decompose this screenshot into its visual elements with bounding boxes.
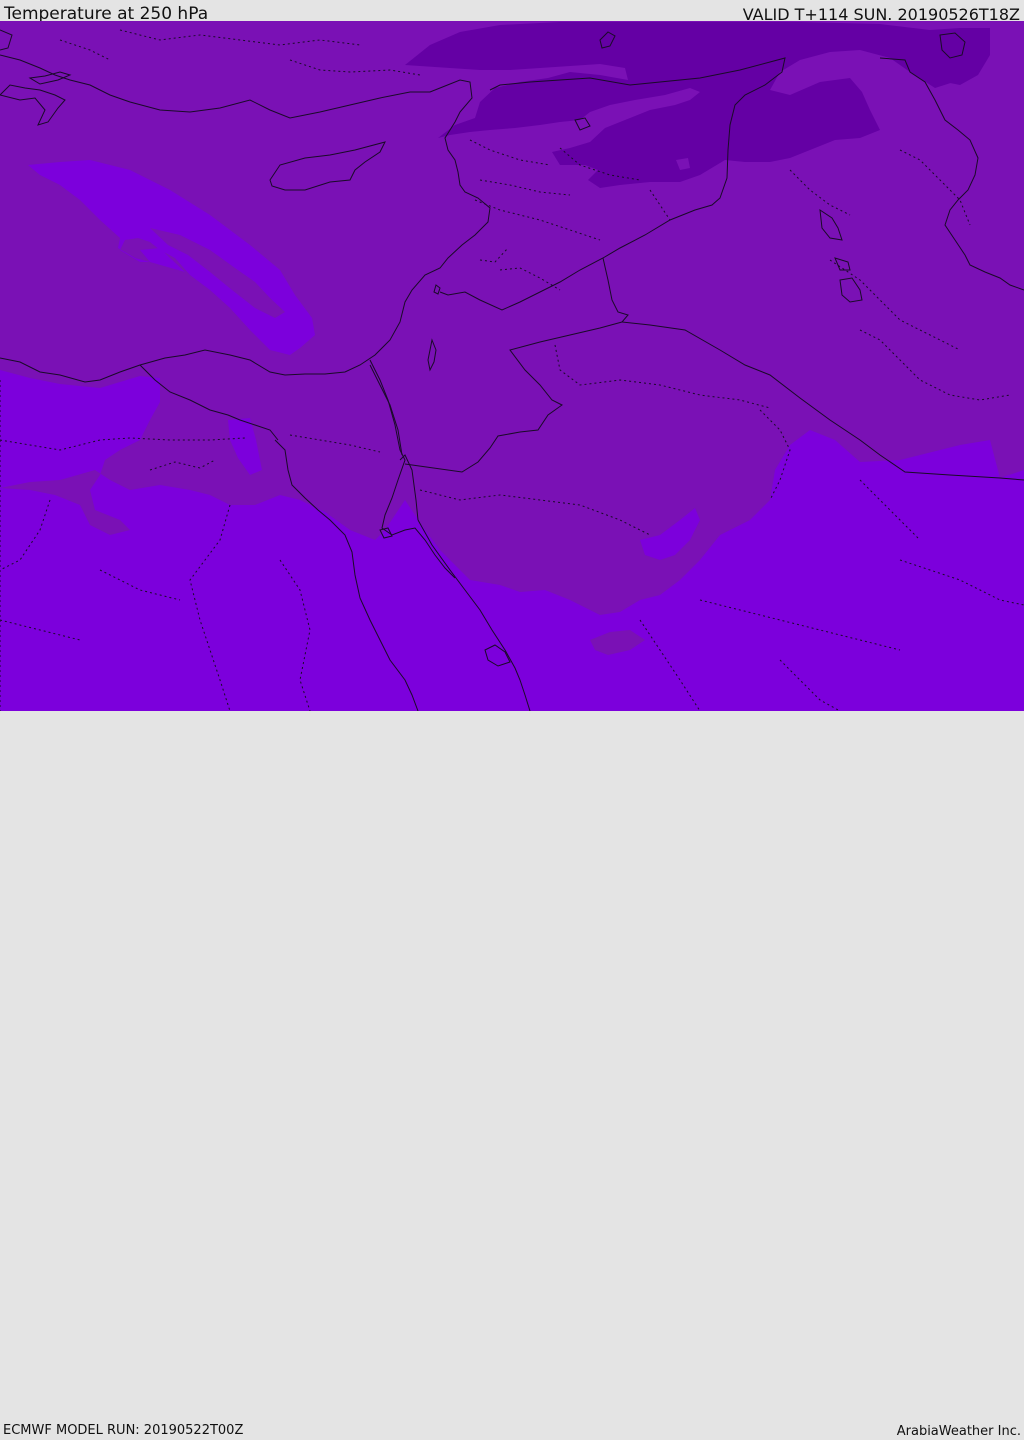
map-svg [0,21,1024,711]
weather-map[interactable] [0,21,1024,711]
model-run: ECMWF MODEL RUN: 20190522T00Z [3,1423,244,1438]
footer-bar: ECMWF MODEL RUN: 20190522T00Z ArabiaWeat… [0,711,1024,1439]
header-bar: Temperature at 250 hPa VALID T+114 SUN. … [0,0,1024,24]
credit-text: ArabiaWeather Inc. [896,1424,1021,1439]
